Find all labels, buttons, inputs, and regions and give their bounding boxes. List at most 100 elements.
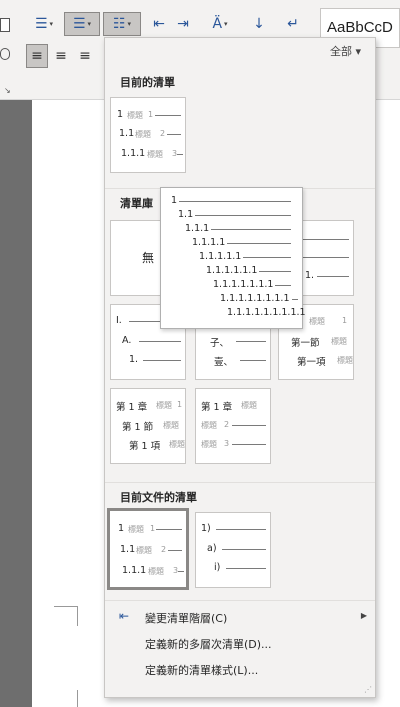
align-right-button[interactable]: ≡ bbox=[74, 44, 96, 68]
align-left-icon: ≡ bbox=[31, 48, 43, 64]
menu-item-label: 定義新的多層次清單(D)... bbox=[145, 638, 272, 651]
level-row: 標題 3 bbox=[196, 438, 270, 450]
level-row: 1 標題 1 bbox=[111, 109, 185, 121]
increase-indent-button[interactable]: ⇥ bbox=[172, 12, 194, 36]
level-row: 標題 2 bbox=[196, 419, 270, 431]
chevron-down-icon: ▾ bbox=[49, 20, 54, 28]
heading-placeholder: 標題 bbox=[241, 401, 257, 410]
asian-layout-button[interactable]: Ä ▾ bbox=[202, 12, 238, 36]
preview-level-line bbox=[195, 215, 291, 216]
level-line bbox=[317, 276, 349, 277]
heading-placeholder: 標題 bbox=[135, 130, 151, 139]
heading-level-tag: 1 bbox=[177, 400, 183, 409]
change-list-level-menu-item[interactable]: ⇤ 變更清單階層(C) ▶ bbox=[105, 604, 375, 630]
format-icon[interactable] bbox=[0, 18, 10, 32]
dialog-launcher-icon[interactable]: ↘ bbox=[4, 86, 11, 95]
heading-placeholder: 標題 bbox=[127, 111, 143, 120]
level-number: 第一節 bbox=[291, 338, 320, 349]
heading-placeholder: 標題 bbox=[147, 150, 163, 159]
heading-level-tag: 2 bbox=[224, 420, 230, 429]
sort-icon: ↓ bbox=[253, 16, 265, 32]
align-center-icon: ≡ bbox=[55, 48, 67, 64]
level-line bbox=[226, 568, 266, 569]
document-lists-heading: 目前文件的清單 bbox=[105, 482, 375, 506]
numbering-button[interactable]: ☰ ▾ bbox=[64, 12, 100, 36]
gallery-filter-dropdown[interactable]: 全部 ▾ bbox=[330, 43, 361, 59]
level-line bbox=[177, 154, 183, 155]
level-number: 1.1 bbox=[119, 128, 135, 139]
circle-icon[interactable] bbox=[0, 48, 10, 60]
level-row: 第一項 標題 bbox=[279, 354, 353, 368]
library-thumb-chapter-a[interactable]: 第 1 章標題 1 第 1 節標題 第 1 項標題 bbox=[110, 388, 186, 464]
heading-level-tag: 3 bbox=[224, 439, 230, 448]
level-line bbox=[236, 341, 266, 342]
preview-level-number: 1 bbox=[171, 195, 178, 206]
level-number: 1 bbox=[118, 523, 125, 534]
level-number: 第 1 章 bbox=[201, 402, 233, 413]
library-thumb-chapter-b[interactable]: 第 1 章標題 標題 2 標題 3 bbox=[195, 388, 271, 464]
level-number: a) bbox=[207, 543, 217, 554]
preview-level-row: 1.1.1.1.1.1.1.1 bbox=[220, 293, 298, 305]
level-line bbox=[155, 115, 181, 116]
level-number: A. bbox=[122, 335, 132, 346]
preview-level-number: 1.1.1.1.1.1.1.1.1 bbox=[227, 307, 306, 318]
preview-level-row: 1.1.1.1.1.1 bbox=[206, 265, 297, 277]
level-number: 第 1 章 bbox=[116, 402, 148, 413]
level-line bbox=[143, 360, 181, 361]
level-line bbox=[216, 529, 266, 530]
align-left-button[interactable]: ≡ bbox=[26, 44, 48, 68]
level-row: i) bbox=[196, 562, 270, 574]
heading-placeholder: 標題 bbox=[128, 525, 144, 534]
level-line bbox=[139, 341, 181, 342]
align-right-icon: ≡ bbox=[79, 48, 91, 64]
document-list-thumb-2[interactable]: 1) a) i) bbox=[195, 512, 271, 588]
multilevel-list-gallery: 全部 ▾ 目前的清單 1 標題 1 1.1 標題 2 1.1.1 標題 3 清單… bbox=[104, 37, 376, 698]
level-row: 1.1 標題 2 bbox=[110, 544, 186, 556]
level-number: 壹、 bbox=[214, 357, 234, 368]
decrease-indent-button[interactable]: ⇤ bbox=[148, 12, 170, 36]
define-multilevel-list-menu-item[interactable]: 定義新的多層次清單(D)... bbox=[105, 630, 375, 656]
level-number: i) bbox=[214, 562, 221, 573]
level-row: 1) bbox=[196, 523, 270, 535]
level-number: 1. bbox=[129, 354, 139, 365]
heading-level-tag: 1 bbox=[150, 524, 156, 533]
level-row: 1. bbox=[111, 354, 185, 366]
preview-level-row: 1.1.1.1.1 bbox=[199, 251, 297, 263]
bullets-button[interactable]: ☰ ▾ bbox=[26, 12, 62, 36]
sort-button[interactable]: ↓ bbox=[246, 12, 272, 36]
preview-level-line bbox=[227, 243, 291, 244]
level-number: 1. bbox=[305, 270, 315, 281]
chevron-down-icon: ▾ bbox=[127, 20, 132, 28]
document-list-thumb-1[interactable]: 1 標題 1 1.1 標題 2 1.1.1 標題 3 bbox=[107, 508, 189, 590]
level-line bbox=[178, 571, 184, 572]
level-line bbox=[168, 550, 182, 551]
show-marks-button[interactable]: ↵ bbox=[280, 12, 306, 36]
heading-placeholder: 標題 bbox=[331, 337, 347, 346]
level-line bbox=[232, 444, 266, 445]
level-number: 第一項 bbox=[297, 357, 326, 368]
submenu-arrow-icon: ▶ bbox=[360, 611, 367, 620]
define-list-style-menu-item[interactable]: 定義新的清單樣式(L)... bbox=[105, 656, 375, 682]
align-center-button[interactable]: ≡ bbox=[50, 44, 72, 68]
heading-level-tag: 1 bbox=[148, 110, 154, 119]
level-number: 1.1 bbox=[120, 544, 136, 555]
level-number: 1) bbox=[201, 523, 211, 534]
level-row: 第 1 章標題 bbox=[196, 399, 270, 413]
preview-level-number: 1.1 bbox=[178, 209, 194, 220]
resize-grip-icon[interactable]: ⋰ bbox=[364, 685, 372, 694]
preview-level-line bbox=[243, 257, 291, 258]
heading-placeholder: 標題 bbox=[156, 401, 172, 410]
preview-level-row: 1.1 bbox=[178, 209, 297, 221]
level-line bbox=[156, 529, 182, 530]
multilevel-list-button[interactable]: ☷ ▾ bbox=[103, 12, 141, 36]
preview-level-number: 1.1.1.1.1 bbox=[199, 251, 242, 262]
preview-level-number: 1.1.1 bbox=[185, 223, 210, 234]
current-list-thumb[interactable]: 1 標題 1 1.1 標題 2 1.1.1 標題 3 bbox=[110, 97, 186, 173]
level-number: 子、 bbox=[210, 338, 230, 349]
level-number: 1.1.1 bbox=[121, 148, 146, 159]
level-line bbox=[240, 360, 266, 361]
level-row: 第一節 標題 bbox=[279, 335, 353, 349]
heading-placeholder: 標題 bbox=[136, 546, 152, 555]
numbering-icon: ☰ bbox=[72, 16, 86, 32]
level-number: 第 1 項 bbox=[129, 441, 161, 452]
